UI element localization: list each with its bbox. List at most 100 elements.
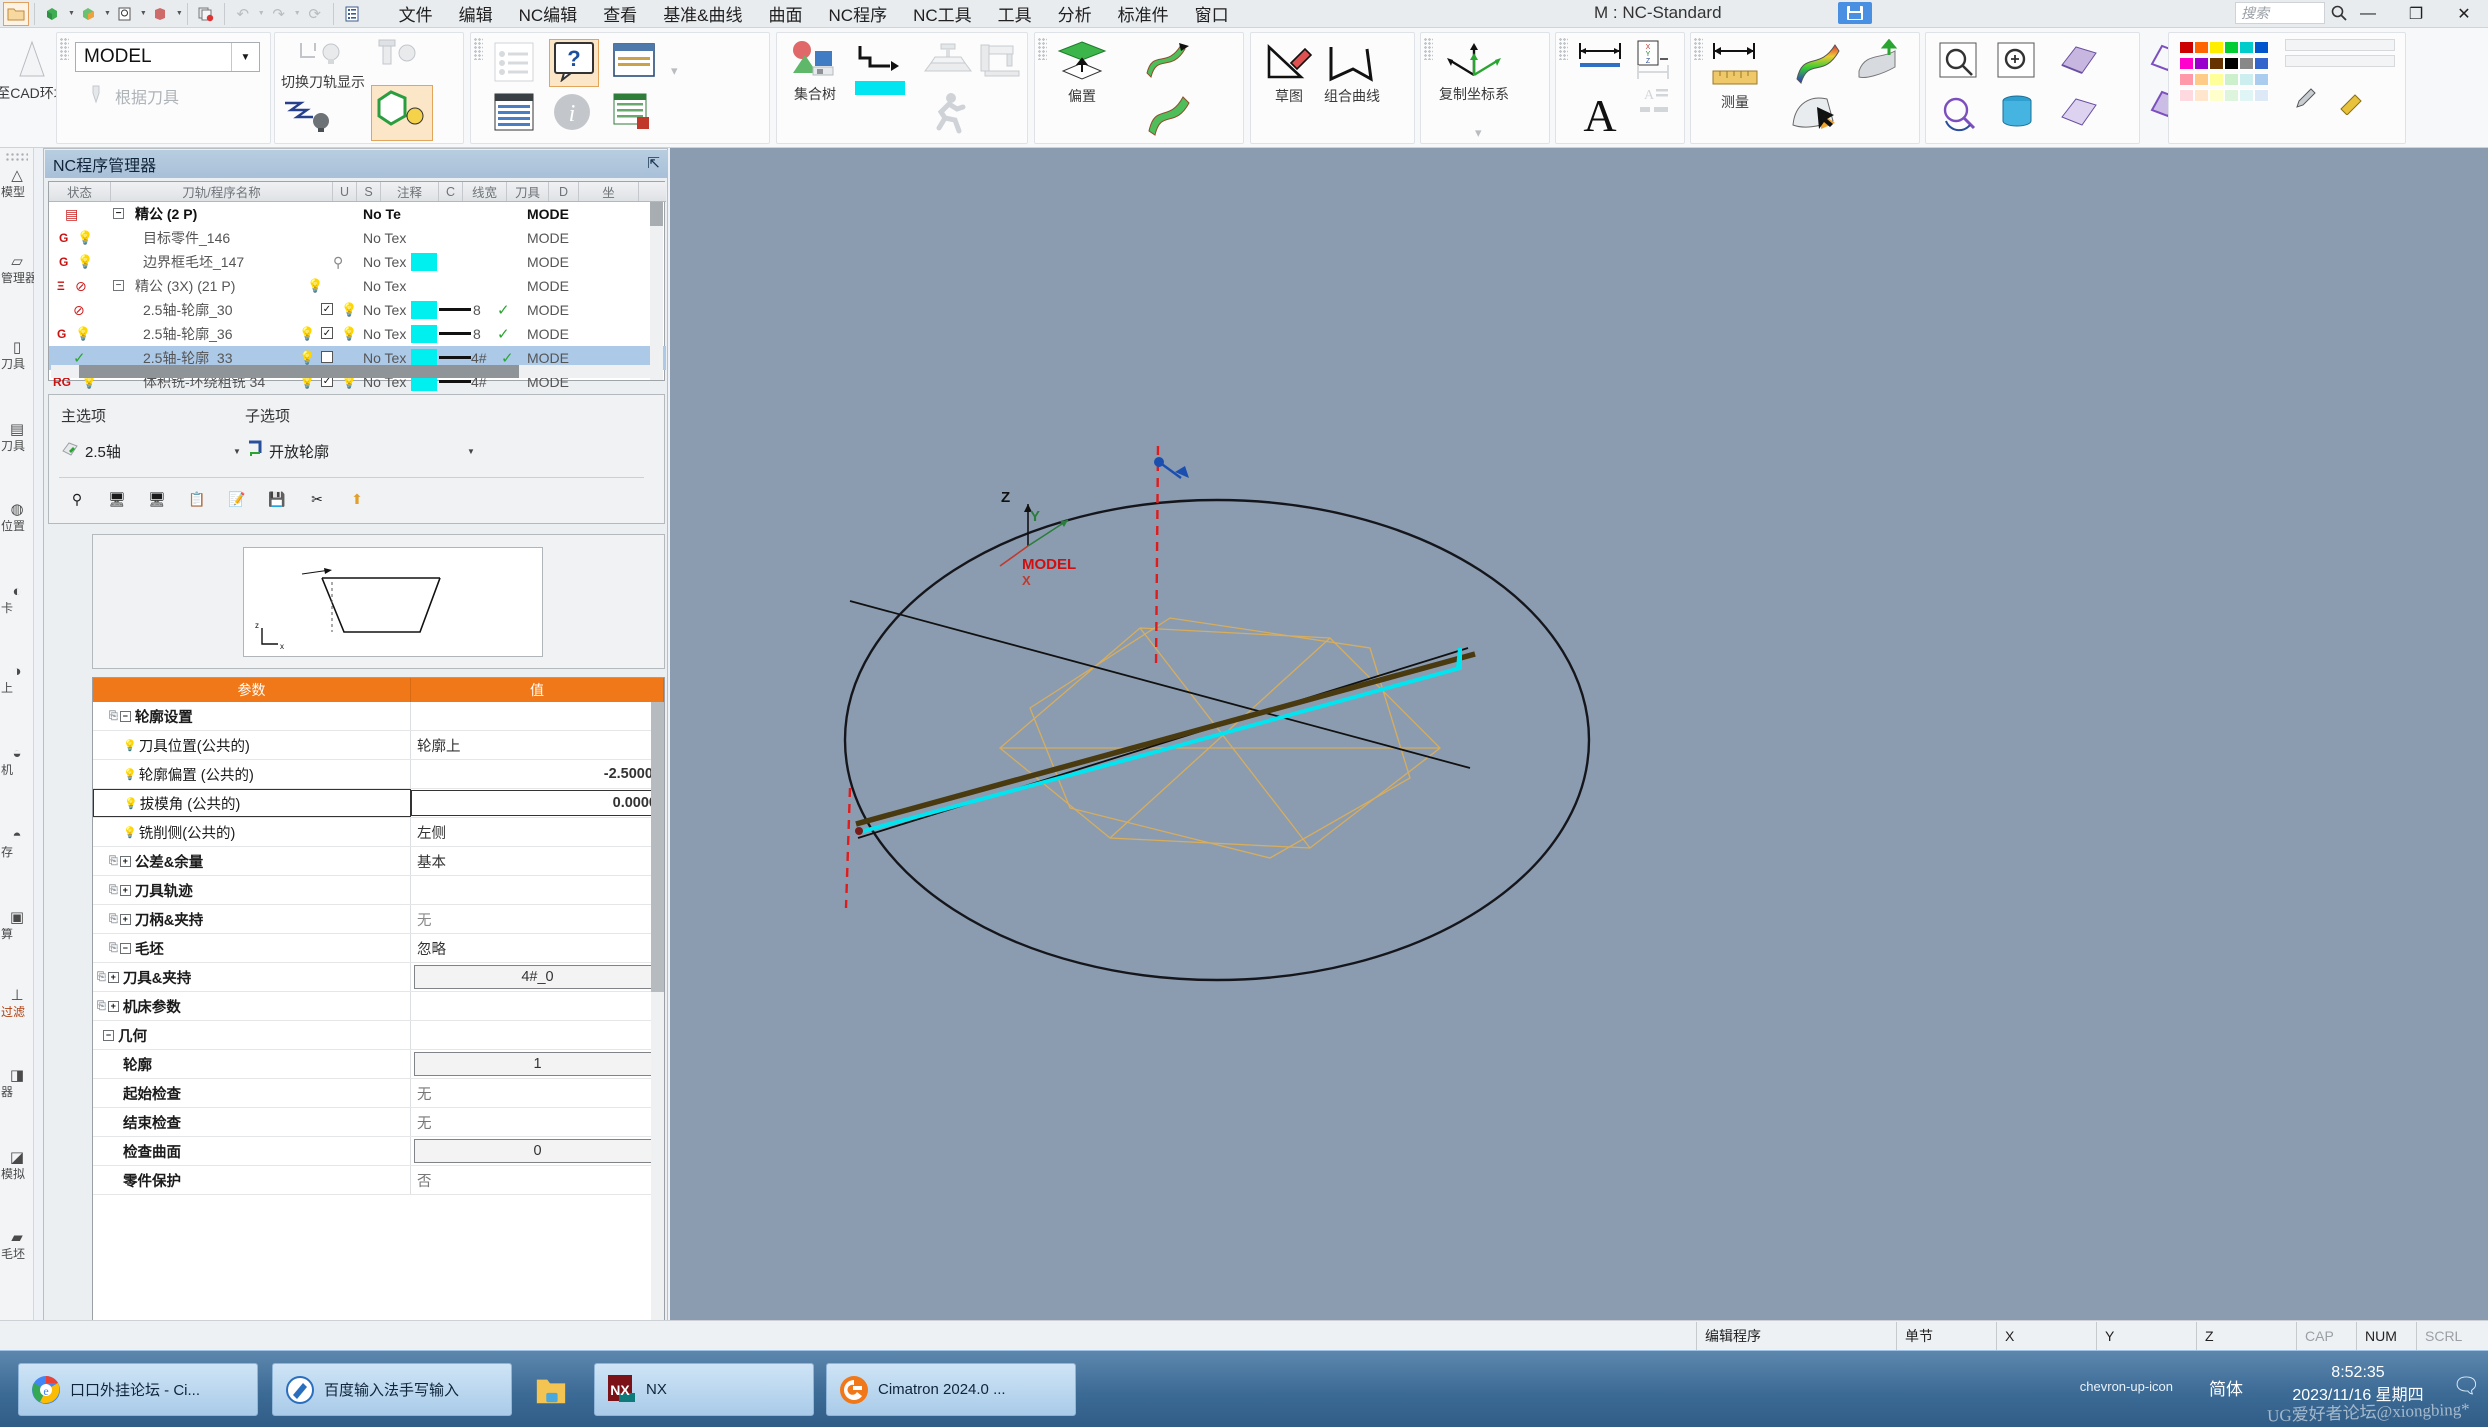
bulb-icon[interactable]: 💡: [299, 350, 315, 366]
chevron-down-icon[interactable]: ▼: [231, 43, 259, 71]
column-s[interactable]: S: [357, 182, 381, 201]
param-value-button[interactable]: 1: [414, 1052, 661, 1076]
viewport-canvas[interactable]: Z Y MODEL X: [670, 148, 2488, 1336]
dimension-button[interactable]: [1574, 39, 1626, 73]
close-button[interactable]: ✕: [2440, 0, 2488, 28]
param-row[interactable]: ⎘ + 机床参数: [93, 992, 664, 1021]
3d-viewport[interactable]: Z Y MODEL X: [670, 148, 2488, 1336]
help-button[interactable]: ?: [549, 39, 599, 87]
refresh-icon[interactable]: ⟳: [302, 2, 328, 26]
sub-option-select[interactable]: 开放轮廓: [245, 439, 329, 463]
column-c[interactable]: C: [439, 182, 463, 201]
draft-analysis-button[interactable]: [1851, 39, 1903, 83]
row-checkbox[interactable]: ✓: [321, 327, 333, 339]
parameter-grid[interactable]: 参数 值 ⎘ − 轮廓设置 💡 刀具位置(公共的) 轮廓上 💡 轮廓偏置 (公共的) -…: [92, 677, 665, 1332]
param-value-container[interactable]: -2.5000f: [411, 760, 664, 788]
rail-item-tool2[interactable]: ▤ 刀具: [0, 420, 34, 453]
rail-item-machine[interactable]: ◒ 机: [0, 744, 34, 777]
pin-icon[interactable]: ⇱: [647, 154, 660, 172]
palette-row-1[interactable]: [2179, 41, 2269, 54]
monitor-add-icon[interactable]: 🖥: [145, 487, 169, 511]
menu-datum-curve[interactable]: 基准&曲线: [650, 0, 755, 30]
main-option-select[interactable]: 2.5轴: [59, 439, 121, 463]
column-tool[interactable]: 刀具: [507, 182, 549, 201]
tool-bulb-icon[interactable]: 💡: [341, 302, 357, 318]
param-row[interactable]: ⎘ − 毛坯 忽略: [93, 934, 664, 963]
chevron-down-icon[interactable]: ▼: [467, 447, 475, 456]
copy-csys-button[interactable]: 复制坐标系: [1439, 39, 1509, 104]
machine-setup-button[interactable]: [923, 41, 973, 81]
rail-item-filter[interactable]: ⊥ 过滤: [0, 986, 34, 1019]
nc-program-tree[interactable]: 状态 刀轨/程序名称 U S 注释 C 线宽 刀具 D 坐 ▤ − 精公 (2 …: [48, 181, 666, 391]
column-comment[interactable]: 注释: [381, 182, 439, 201]
minimize-button[interactable]: —: [2344, 0, 2392, 28]
param-row[interactable]: 💡 刀具位置(公共的) 轮廓上: [93, 731, 664, 760]
tool-bulb-icon[interactable]: 💡: [341, 326, 357, 342]
chevron-down-icon[interactable]: ▼: [258, 10, 265, 17]
list-scissors-icon[interactable]: ✂: [305, 487, 329, 511]
measure-button[interactable]: 测量: [1709, 39, 1761, 112]
save-icon[interactable]: [1838, 2, 1872, 24]
rail-item-simulate[interactable]: ◪ 模拟: [0, 1148, 34, 1181]
zoom-window-button[interactable]: [1936, 39, 1982, 83]
row-checkbox[interactable]: [321, 351, 333, 363]
chevron-down-icon[interactable]: ▼: [140, 10, 147, 17]
bulb-icon[interactable]: 💡: [77, 230, 93, 246]
monitor-icon[interactable]: 🖥: [105, 487, 129, 511]
expander-icon[interactable]: −: [113, 280, 124, 291]
bulb-icon[interactable]: 💡: [307, 278, 323, 294]
taskbar-item-browser[interactable]: e 口口外挂论坛 - Ci...: [18, 1363, 258, 1416]
group-gripper[interactable]: [1424, 38, 1433, 60]
redo-icon[interactable]: ↷: [266, 2, 292, 26]
expander-icon[interactable]: −: [119, 710, 131, 722]
extend-surface-button[interactable]: [1135, 39, 1193, 81]
param-value-button[interactable]: 0: [414, 1139, 661, 1163]
drill-machine-button[interactable]: [977, 41, 1025, 81]
import-red-part-icon[interactable]: [148, 2, 174, 26]
param-row[interactable]: ⎘ + 公差&余量 基本: [93, 847, 664, 876]
param-value-button[interactable]: 4#_0: [414, 965, 661, 989]
palette-row-4[interactable]: [2179, 89, 2269, 102]
column-csys[interactable]: 坐: [579, 182, 639, 201]
chevron-down-icon[interactable]: ▼: [68, 10, 75, 17]
table-row[interactable]: G 💡 2.5轴-轮廓_36 💡 ✓ 💡 No Tex 8 ✓ MODE: [49, 322, 666, 346]
column-width[interactable]: 线宽: [463, 182, 507, 201]
menu-edit[interactable]: 编辑: [446, 0, 506, 30]
section-view-button[interactable]: [2056, 39, 2102, 83]
link-icon[interactable]: ⚲: [65, 487, 89, 511]
combine-curve-button[interactable]: 组合曲线: [1323, 39, 1381, 106]
spreadsheet-button[interactable]: [491, 91, 537, 135]
color-analysis-button[interactable]: [1787, 39, 1843, 85]
load-model-icon[interactable]: [40, 2, 66, 26]
menu-surface[interactable]: 曲面: [756, 0, 816, 30]
model-select[interactable]: MODEL ▼: [75, 42, 260, 72]
menu-nc-tool[interactable]: NC工具: [900, 0, 985, 30]
group-gripper[interactable]: [1559, 38, 1568, 60]
tool-holder-button[interactable]: [371, 37, 421, 73]
rail-item-tool[interactable]: ▯ 刀具: [0, 338, 34, 371]
group-gripper[interactable]: [1038, 38, 1047, 60]
edit-icon[interactable]: 📝: [225, 487, 249, 511]
column-status[interactable]: 状态: [49, 182, 111, 201]
param-row[interactable]: 零件保护 否: [93, 1166, 664, 1195]
by-tool-button[interactable]: 根据刀具: [85, 83, 179, 108]
undo-icon[interactable]: ↶: [230, 2, 256, 26]
color-swatch[interactable]: [411, 253, 437, 271]
color-swatch[interactable]: [411, 301, 437, 319]
csys-more-button[interactable]: ▾: [1475, 125, 1482, 141]
taskbar-item-folder[interactable]: [524, 1363, 584, 1416]
taskbar-item-cimatron[interactable]: Cimatron 2024.0 ...: [826, 1363, 1076, 1416]
rail-item-position[interactable]: ◍ 位置: [0, 500, 34, 533]
scroll-thumb[interactable]: [650, 202, 663, 226]
toolpath-zigzag-button[interactable]: [281, 95, 337, 135]
eyedropper-button[interactable]: [2289, 85, 2319, 115]
param-row[interactable]: ⎘ + 刀柄&夹持 无: [93, 905, 664, 934]
zoom-rotate-button[interactable]: [1936, 91, 1982, 135]
group-gripper[interactable]: [1694, 38, 1703, 60]
rail-item-up[interactable]: ◑ 上: [0, 662, 34, 695]
param-vertical-scrollbar[interactable]: [651, 702, 664, 1331]
expander-icon[interactable]: −: [119, 942, 131, 954]
column-u[interactable]: U: [333, 182, 357, 201]
ime-indicator[interactable]: 简体: [2209, 1375, 2243, 1400]
offset-button[interactable]: 偏置: [1053, 39, 1111, 106]
